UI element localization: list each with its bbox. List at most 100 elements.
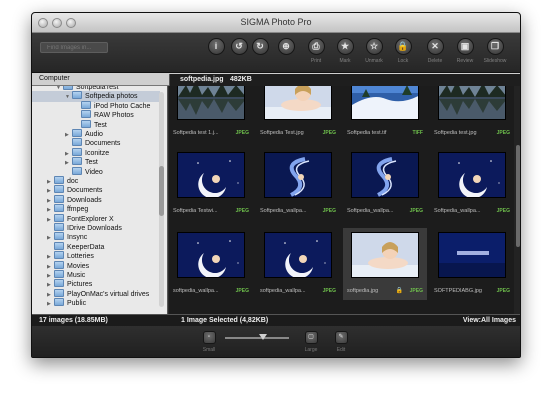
folder-icon	[54, 270, 64, 278]
folder-label: Iconitze	[85, 149, 110, 157]
file-type-badge: TIFF	[412, 130, 423, 136]
mark-button[interactable]: ★ Mark	[331, 38, 359, 64]
folder-label: FontExplorer X	[67, 215, 114, 223]
file-type-badge: JPEG	[409, 208, 423, 214]
image-thumbnail[interactable]	[351, 152, 419, 198]
large-thumbnails-icon: ▢	[304, 331, 318, 344]
slideshow-button[interactable]: ❐ Slideshow	[481, 38, 509, 64]
thumbnail-cell[interactable]: Softpedia test.jpg JPEG	[430, 86, 514, 142]
folder-label: Downloads	[67, 196, 102, 204]
app-window: SIGMA Photo Pro i ↺↻ ⊕ ⎙ Print ★ Mark ☆ Unmark 🔒 L…	[31, 12, 521, 358]
large-thumbnails-button[interactable]: ▢ Large	[298, 331, 324, 353]
small-thumbnails-icon: ▫	[202, 331, 216, 344]
thumbnail-filename: Softpedia_wallpa...	[434, 208, 481, 214]
image-count: 17 images (18.85MB)	[39, 317, 108, 324]
view-filter[interactable]: View:All Images	[463, 317, 516, 324]
header-row: Computer softpedia.jpg 482KB	[32, 73, 520, 86]
thumbnail-filename: softpedia_wallpa...	[260, 288, 306, 294]
rotate-right-button[interactable]: ↻	[246, 38, 274, 58]
image-thumbnail[interactable]	[177, 152, 245, 198]
image-thumbnail[interactable]	[438, 232, 506, 278]
lock-button[interactable]: 🔒 Lock	[389, 38, 417, 64]
folder-label: Documents	[67, 187, 103, 195]
image-thumbnail[interactable]	[177, 232, 245, 278]
folder-icon	[72, 91, 82, 100]
thumbnail-cell[interactable]: Softpedia_wallpa... JPEG	[430, 148, 514, 220]
review-icon: ▣	[456, 38, 474, 55]
folder-icon	[54, 241, 64, 250]
folder-label: Movies	[67, 262, 90, 270]
toolbar-button-label: Unmark	[365, 58, 383, 64]
thumbnail-filename: Softpedia Testwi...	[173, 208, 218, 214]
file-type-badge: JPEG	[235, 208, 249, 214]
folder-icon	[54, 260, 64, 269]
thumbnail-filename: Softpedia test.jpg	[434, 130, 477, 136]
folder-label: ffmpeg	[67, 206, 89, 214]
print-button[interactable]: ⎙ Print	[302, 38, 330, 64]
delete-button[interactable]: ✕ Delete	[421, 38, 449, 64]
thumbnail-cell[interactable]: softpedia_wallpa... JPEG	[169, 228, 253, 300]
file-info-bar: softpedia.jpg 482KB	[169, 74, 520, 86]
thumbnail-cell[interactable]: Softpedia test 1.j... JPEG	[169, 86, 253, 142]
folder-label: Insync	[67, 234, 88, 242]
folder-label: Softpedia photos	[85, 93, 138, 101]
folder-label: SoftpediaTest	[76, 86, 119, 91]
folder-tree-item[interactable]: ▶ Public	[32, 298, 160, 309]
folder-label: Lotteries	[67, 253, 94, 261]
thumbnail-cell[interactable]: Softpedia Testwi... JPEG	[169, 148, 253, 220]
thumbnail-cell[interactable]: SOFTPEDIABG.jpg JPEG	[430, 228, 514, 300]
folder-icon	[81, 100, 91, 109]
image-thumbnail[interactable]	[177, 86, 245, 120]
print-icon: ⎙	[307, 38, 325, 55]
image-thumbnail[interactable]	[438, 152, 506, 198]
thumbnail-size-slider[interactable]	[225, 337, 289, 339]
folder-icon	[54, 213, 64, 222]
file-type-badge: JPEG	[235, 130, 249, 136]
folder-tree[interactable]: ▼ SoftpediaTest ▼ Softpedia photos iPod Phot…	[32, 86, 168, 314]
folder-label: doc	[67, 178, 79, 185]
folder-label: KeeperData	[67, 243, 105, 251]
toolbar-button-label: Slideshow	[483, 58, 507, 64]
folder-label: iPod Photo Cache	[94, 102, 151, 110]
unmark-button[interactable]: ☆ Unmark	[360, 38, 388, 64]
grid-scroll-thumb[interactable]	[516, 145, 520, 247]
folder-icon	[81, 110, 91, 119]
delete-icon: ✕	[426, 38, 444, 55]
thumbnail-grid[interactable]: Softpedia test 1.j... JPEG Softpedia Test.…	[169, 86, 514, 314]
sidebar-scroll-thumb[interactable]	[159, 166, 164, 216]
zoom-button[interactable]: ⊕	[272, 38, 300, 58]
thumbnail-cell[interactable]: softpedia_wallpa... JPEG	[256, 228, 340, 300]
thumbnail-cell[interactable]: Softpedia Test.jpg JPEG	[256, 86, 340, 142]
image-thumbnail[interactable]	[264, 232, 332, 278]
thumbnail-size-slider-knob[interactable]	[259, 334, 268, 340]
toolbar: i ↺↻ ⊕ ⎙ Print ★ Mark ☆ Unmark 🔒 Lock ✕ Delete ▣ Revie…	[32, 33, 520, 73]
search-input[interactable]	[40, 42, 108, 53]
folder-icon	[54, 288, 64, 297]
folder-icon	[54, 223, 64, 231]
folder-icon	[72, 157, 82, 166]
selection-info: 1 Image Selected (4,82KB)	[181, 317, 269, 324]
edit-button[interactable]: ✎ Edit	[328, 331, 354, 353]
file-type-badge: JPEG	[496, 288, 510, 294]
thumbnail-cell[interactable]: softpedia.jpg 🔒 JPEG	[343, 228, 427, 300]
disclosure-arrow-icon[interactable]: ▶	[47, 299, 54, 310]
thumbnail-cell[interactable]: Softpedia_wallpa... JPEG	[256, 148, 340, 220]
selected-filesize: 482KB	[230, 76, 252, 83]
image-thumbnail[interactable]	[264, 86, 332, 120]
thumbnail-cell[interactable]: Softpedia test.tif TIFF	[343, 86, 427, 142]
mark-icon: ★	[336, 38, 354, 55]
file-type-badge: JPEG	[322, 288, 336, 294]
unmark-icon: ☆	[365, 38, 383, 55]
folder-icon	[54, 251, 64, 260]
image-thumbnail[interactable]	[351, 86, 419, 120]
small-thumbnails-button[interactable]: ▫ Small	[196, 331, 222, 353]
rotate-left-icon: ↺	[230, 38, 248, 55]
image-thumbnail[interactable]	[438, 86, 506, 120]
folder-icon	[54, 298, 64, 307]
image-thumbnail[interactable]	[351, 232, 419, 278]
toolbar-button-label: Delete	[427, 58, 443, 64]
review-button[interactable]: ▣ Review	[451, 38, 479, 64]
thumbnail-filename: Softpedia test.tif	[347, 130, 387, 136]
thumbnail-cell[interactable]: Softpedia_wallpa... JPEG	[343, 148, 427, 220]
image-thumbnail[interactable]	[264, 152, 332, 198]
